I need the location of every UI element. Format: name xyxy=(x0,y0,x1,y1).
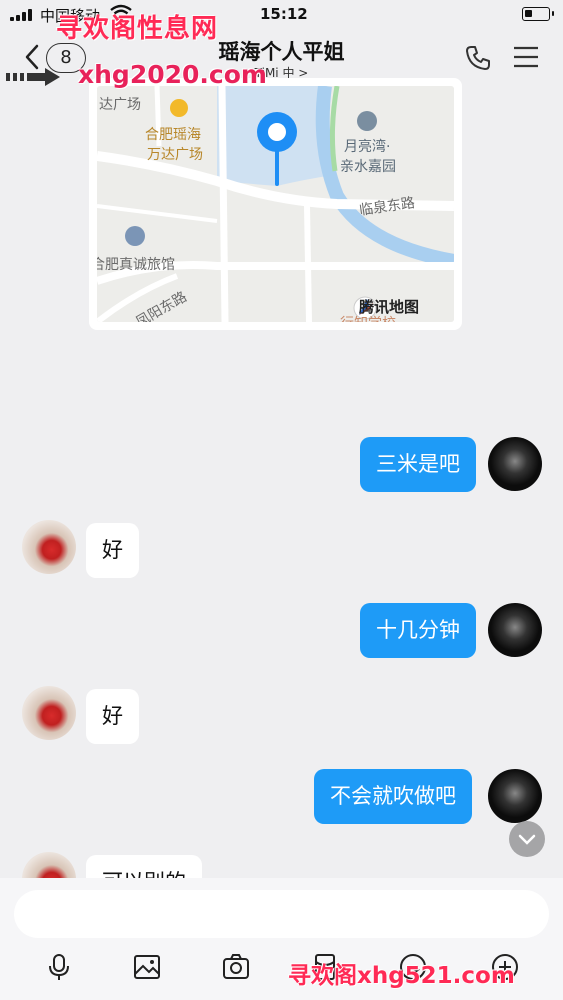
message-bubble-incoming[interactable]: 好 xyxy=(86,523,139,578)
map-label: 合肥瑶海 xyxy=(145,127,201,143)
map-label: 月亮湾· xyxy=(344,139,391,155)
map-label: 合肥真诚旅馆 xyxy=(97,257,175,273)
avatar[interactable] xyxy=(488,603,542,657)
location-map-card[interactable]: 达广场 合肥瑶海 万达广场 月亮湾· 亲水嘉园 临泉东路 合肥真诚旅馆 凤阳东路… xyxy=(89,78,462,330)
phone-icon[interactable] xyxy=(464,44,492,72)
microphone-icon[interactable] xyxy=(44,952,74,982)
message-bubble-outgoing[interactable]: 三米是吧 xyxy=(360,437,476,492)
watermark-text: xhg2020.com xyxy=(78,60,267,89)
clock: 15:12 xyxy=(260,5,308,23)
watermark-text: 寻欢阁xhg521.com xyxy=(288,963,515,989)
menu-icon[interactable] xyxy=(512,45,540,69)
map-brand-label: 腾讯地图 xyxy=(359,298,420,316)
scroll-to-bottom-button[interactable] xyxy=(509,821,545,857)
avatar[interactable] xyxy=(488,769,542,823)
battery-level xyxy=(525,10,532,17)
camera-icon[interactable] xyxy=(221,952,251,982)
arrow-right-icon xyxy=(6,68,60,86)
avatar[interactable] xyxy=(22,686,76,740)
cellular-signal-icon xyxy=(10,9,34,21)
watermark-text: 寻欢阁性息网 xyxy=(56,14,219,44)
map-view[interactable]: 达广场 合肥瑶海 万达广场 月亮湾· 亲水嘉园 临泉东路 合肥真诚旅馆 凤阳东路… xyxy=(97,86,454,322)
map-label: 达广场 xyxy=(99,97,141,113)
message-bubble-outgoing[interactable]: 十几分钟 xyxy=(360,603,476,658)
battery-icon xyxy=(522,7,554,21)
image-icon[interactable] xyxy=(132,952,162,982)
chevron-down-icon xyxy=(518,834,536,845)
message-input[interactable] xyxy=(14,890,549,938)
avatar[interactable] xyxy=(488,437,542,491)
message-bubble-outgoing[interactable]: 不会就吹做吧 xyxy=(314,769,472,824)
map-label: 万达广场 xyxy=(147,147,203,163)
message-bubble-incoming[interactable]: 好 xyxy=(86,689,139,744)
avatar[interactable] xyxy=(22,520,76,574)
map-label: 亲水嘉园 xyxy=(340,159,396,175)
